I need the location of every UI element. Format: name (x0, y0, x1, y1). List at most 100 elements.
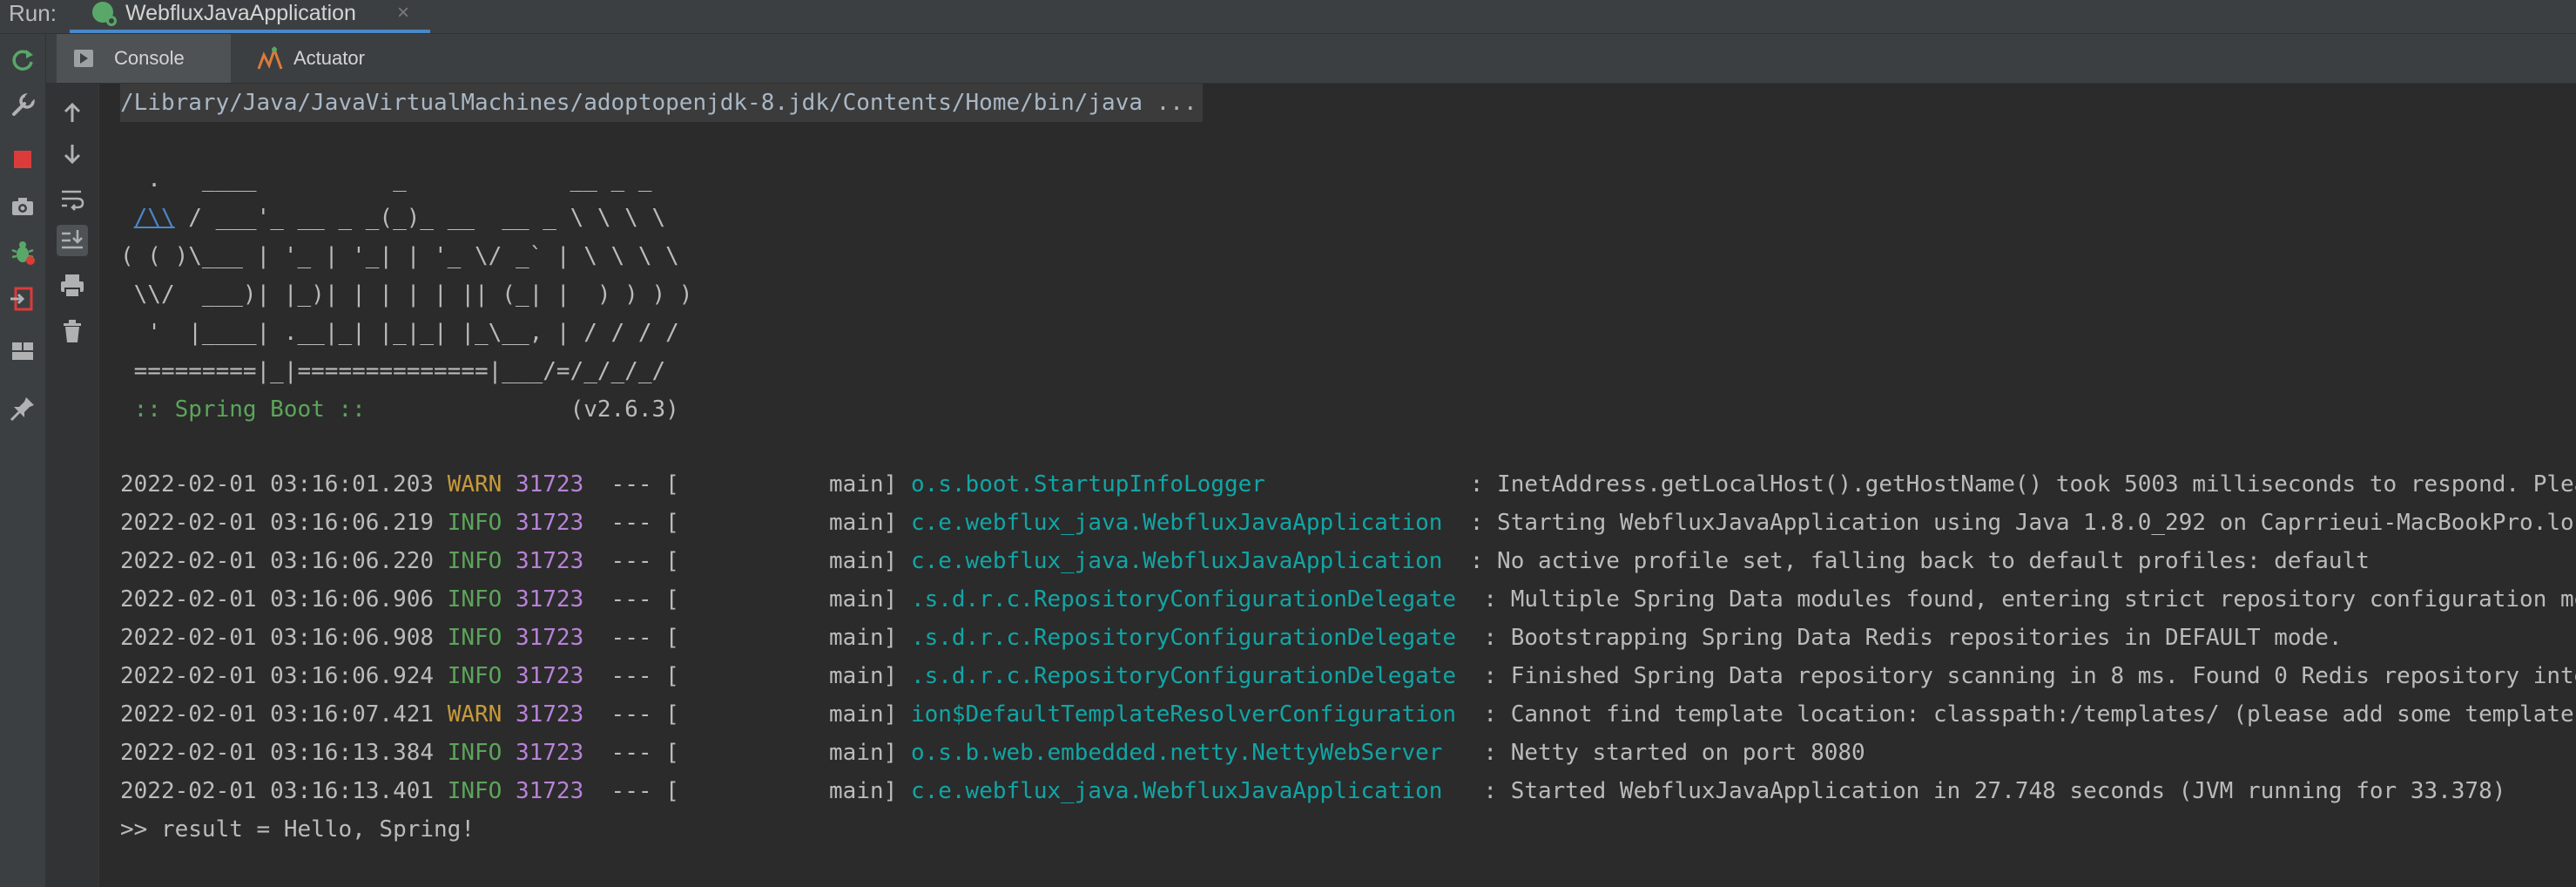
log-message: : Multiple Spring Data modules found, en… (1469, 586, 2576, 613)
log-level: INFO (447, 778, 502, 804)
log-timestamp: 2022-02-01 03:16:01.203 (120, 471, 435, 498)
pin-icon[interactable] (9, 395, 37, 423)
log-timestamp: 2022-02-01 03:16:13.401 (120, 778, 435, 804)
console-icon (74, 50, 93, 67)
log-message: : Cannot find template location: classpa… (1469, 701, 2576, 728)
spring-boot-icon (92, 2, 117, 26)
log-pid: 31723 (515, 586, 584, 613)
log-logger[interactable]: .s.d.r.c.RepositoryConfigurationDelegate (911, 663, 1456, 689)
log-separator: --- [ (597, 625, 679, 651)
log-separator: --- [ (597, 663, 679, 689)
log-pid: 31723 (515, 548, 584, 574)
log-logger[interactable]: .s.d.r.c.RepositoryConfigurationDelegate (911, 625, 1456, 651)
scroll-to-end-icon[interactable] (57, 225, 88, 256)
print-icon[interactable] (57, 270, 88, 301)
banner-line: \\/ ___)| |_)| | | | | || (_| | ) ) ) ) (120, 281, 693, 308)
log-level: INFO (447, 625, 502, 651)
log-line: 2022-02-01 03:16:07.421 WARN 31723 --- [… (120, 695, 2576, 734)
log-logger[interactable]: c.e.webflux_java.WebfluxJavaApplication (911, 510, 1456, 536)
soft-wrap-icon[interactable] (57, 183, 88, 214)
run-subtab-bar: Console Actuator (46, 34, 2576, 84)
rerun-icon[interactable] (9, 46, 37, 74)
log-pid: 31723 (515, 778, 584, 804)
run-panel-header: Run: WebfluxJavaApplication × (0, 0, 2576, 34)
log-thread: main] (678, 510, 898, 536)
log-thread: main] (678, 740, 898, 766)
log-separator: --- [ (597, 740, 679, 766)
banner-line: ( ( )\___ | '_ | '_| | '_ \/ _` | \ \ \ … (120, 243, 679, 269)
tab-console[interactable]: Console (57, 34, 231, 83)
trash-icon[interactable] (57, 315, 88, 347)
layout-icon[interactable] (9, 337, 37, 365)
log-level: WARN (447, 471, 502, 498)
log-timestamp: 2022-02-01 03:16:06.219 (120, 510, 435, 536)
log-message: : Finished Spring Data repository scanni… (1469, 663, 2576, 689)
log-line: 2022-02-01 03:16:01.203 WARN 31723 --- [… (120, 465, 2576, 504)
log-separator: --- [ (597, 471, 679, 498)
log-timestamp: 2022-02-01 03:16:13.384 (120, 740, 435, 766)
log-timestamp: 2022-02-01 03:16:06.220 (120, 548, 435, 574)
arrow-down-icon[interactable] (57, 138, 88, 169)
active-tab-indicator (70, 30, 430, 33)
log-logger[interactable]: c.e.webflux_java.WebfluxJavaApplication (911, 548, 1456, 574)
exit-icon[interactable] (9, 285, 37, 313)
log-logger[interactable]: .s.d.r.c.RepositoryConfigurationDelegate (911, 586, 1456, 613)
log-logger[interactable]: o.s.boot.StartupInfoLogger (911, 471, 1456, 498)
log-line: 2022-02-01 03:16:06.220 INFO 31723 --- [… (120, 542, 2370, 580)
result-line: >> result = Hello, Spring! (120, 816, 475, 843)
camera-icon[interactable] (9, 193, 37, 220)
log-message: : Starting WebfluxJavaApplication using … (1469, 510, 2576, 536)
log-line: 2022-02-01 03:16:06.906 INFO 31723 --- [… (120, 580, 2576, 619)
log-separator: --- [ (597, 586, 679, 613)
stop-icon[interactable] (9, 146, 37, 173)
debug-bug-icon[interactable] (9, 238, 37, 266)
log-line: 2022-02-01 03:16:06.924 INFO 31723 --- [… (120, 657, 2576, 695)
log-level: INFO (447, 510, 502, 536)
tab-actuator[interactable]: Actuator (212, 34, 386, 83)
run-toolbar (0, 34, 46, 887)
log-separator: --- [ (597, 778, 679, 804)
spring-boot-version: (v2.6.3) (379, 396, 679, 423)
log-line: 2022-02-01 03:16:06.908 INFO 31723 --- [… (120, 619, 2343, 657)
log-pid: 31723 (515, 471, 584, 498)
log-level: WARN (447, 701, 502, 728)
log-level: INFO (447, 740, 502, 766)
close-tab-icon[interactable]: × (397, 0, 409, 26)
run-config-tab-title: WebfluxJavaApplication (125, 1, 356, 25)
arrow-up-icon[interactable] (57, 98, 88, 129)
log-line: 2022-02-01 03:16:13.384 INFO 31723 --- [… (120, 734, 1865, 772)
banner-line: /\\ / ___'_ __ _ _(_)_ __ __ _ \ \ \ \ (120, 199, 666, 237)
log-thread: main] (678, 471, 898, 498)
tab-actuator-label: Actuator (293, 47, 365, 69)
log-level: INFO (447, 548, 502, 574)
log-logger[interactable]: c.e.webflux_java.WebfluxJavaApplication (911, 778, 1456, 804)
log-logger[interactable]: ion$DefaultTemplateResolverConfiguration (911, 701, 1456, 728)
banner-line: . ____ _ __ _ _ (120, 166, 652, 193)
log-logger[interactable]: o.s.b.web.embedded.netty.NettyWebServer (911, 740, 1456, 766)
log-thread: main] (678, 778, 898, 804)
log-thread: main] (678, 663, 898, 689)
log-message: : Started WebfluxJavaApplication in 27.7… (1469, 778, 2506, 804)
banner-link[interactable]: /\\ (134, 205, 175, 231)
console-output[interactable]: /Library/Java/JavaVirtualMachines/adopto… (99, 84, 2576, 887)
log-thread: main] (678, 548, 898, 574)
banner-line: ' |____| .__|_| |_|_| |_\__, | / / / / (120, 320, 679, 346)
wrench-icon[interactable] (9, 91, 37, 119)
log-pid: 31723 (515, 701, 584, 728)
log-pid: 31723 (515, 663, 584, 689)
log-separator: --- [ (597, 701, 679, 728)
log-timestamp: 2022-02-01 03:16:06.924 (120, 663, 435, 689)
run-config-tab[interactable]: WebfluxJavaApplication × (70, 0, 430, 33)
log-separator: --- [ (597, 548, 679, 574)
log-message: : Bootstrapping Spring Data Redis reposi… (1469, 625, 2343, 651)
log-thread: main] (678, 701, 898, 728)
log-thread: main] (678, 625, 898, 651)
log-pid: 31723 (515, 625, 584, 651)
log-level: INFO (447, 663, 502, 689)
log-pid: 31723 (515, 740, 584, 766)
spring-boot-version-line: :: Spring Boot :: (v2.6.3) (120, 390, 679, 429)
java-command-line[interactable]: /Library/Java/JavaVirtualMachines/adopto… (120, 84, 1203, 122)
tab-console-label: Console (114, 47, 185, 69)
log-timestamp: 2022-02-01 03:16:07.421 (120, 701, 435, 728)
log-message: : Netty started on port 8080 (1469, 740, 1865, 766)
